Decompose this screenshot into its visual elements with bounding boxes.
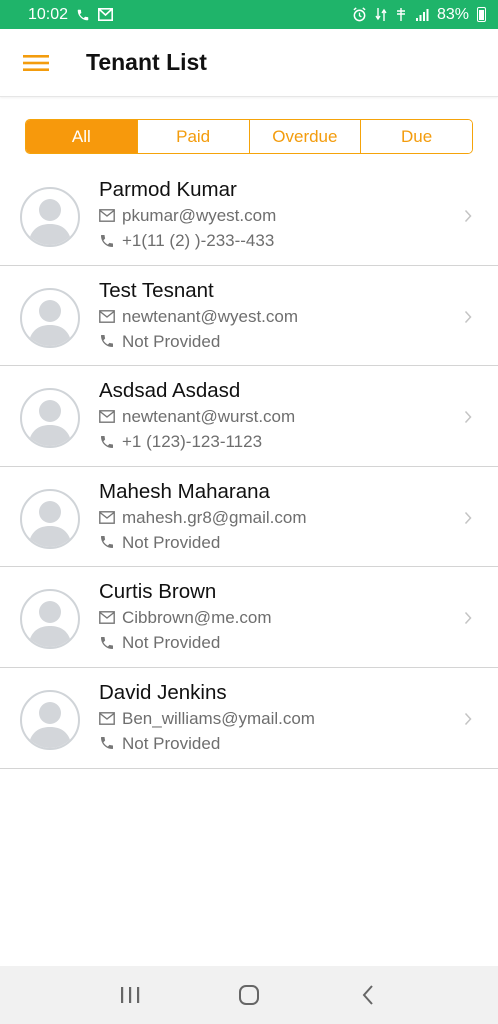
tenant-name: David Jenkins (99, 680, 227, 704)
tenant-name: Mahesh Maharana (99, 479, 270, 503)
page-title: Tenant List (86, 49, 207, 75)
tenant-phone-line: +1(11 (2) )-233--433 (99, 228, 276, 253)
tenant-info: Curtis Brown Cibbrown@me.com Not Provide… (99, 579, 272, 655)
chevron-right-icon (464, 612, 472, 625)
recent-apps-icon (120, 987, 139, 1003)
app-bar: Tenant List (0, 29, 498, 97)
home-button[interactable] (219, 973, 279, 1017)
wifi-calling-icon (395, 7, 407, 22)
status-time: 10:02 (28, 5, 69, 23)
phone-icon (101, 536, 113, 549)
tenant-row[interactable]: David Jenkins Ben_williams@ymail.com Not… (0, 668, 498, 769)
email-icon (99, 510, 115, 524)
system-nav-bar (0, 966, 498, 1024)
filter-tab-due[interactable]: Due (360, 120, 472, 153)
filter-segmented-control: All Paid Overdue Due (25, 119, 473, 154)
tenant-phone: Not Provided (122, 733, 221, 753)
battery-icon (477, 7, 486, 22)
tenant-email: mahesh.gr8@gmail.com (122, 507, 307, 527)
avatar-placeholder-icon (20, 287, 80, 348)
tenant-name: Curtis Brown (99, 580, 217, 604)
tenant-phone: +1 (123)-123-1123 (122, 432, 263, 452)
avatar-placeholder-icon (20, 488, 80, 549)
avatar-placeholder-icon (20, 187, 80, 247)
tenant-phone-line: Not Provided (99, 630, 272, 655)
tenant-email-line: mahesh.gr8@gmail.com (99, 505, 307, 530)
hamburger-menu-icon (23, 54, 49, 71)
phone-icon (101, 234, 113, 247)
tenant-phone: Not Provided (122, 633, 221, 653)
phone-icon (101, 636, 113, 649)
menu-button[interactable] (10, 37, 62, 89)
chevron-right-icon (464, 411, 472, 424)
tenant-row[interactable]: Curtis Brown Cibbrown@me.com Not Provide… (0, 567, 498, 668)
tenant-phone: +1(11 (2) )-233--433 (122, 231, 275, 250)
recent-apps-button[interactable] (100, 973, 160, 1017)
tenant-name: Asdsad Asdasd (99, 379, 241, 403)
tenant-phone-line: Not Provided (99, 731, 315, 756)
tenant-row[interactable]: Mahesh Maharana mahesh.gr8@gmail.com Not… (0, 467, 498, 568)
filter-tab-all[interactable]: All (26, 120, 137, 153)
tenant-email: newtenant@wyest.com (122, 306, 299, 326)
tenant-phone: Not Provided (122, 331, 221, 351)
email-icon (99, 712, 115, 725)
tenant-email: Cibbrown@me.com (122, 608, 272, 628)
battery-percent: 83% (436, 5, 469, 23)
tenant-name: Test Tesnant (99, 278, 214, 302)
tenant-email: Ben_williams@ymail.com (122, 708, 315, 728)
tenant-email-line: pkumar@wyest.com (99, 203, 276, 228)
tenant-row[interactable]: Parmod Kumar pkumar@wyest.com +1(11 (2) … (0, 165, 498, 266)
tenant-email-line: newtenant@wyest.com (99, 304, 298, 329)
tenant-row[interactable]: Asdsad Asdasd newtenant@wurst.com +1 (12… (0, 366, 498, 467)
status-bar: 10:02 83% (0, 0, 498, 29)
back-button[interactable] (338, 973, 398, 1017)
tenant-email: newtenant@wurst.com (122, 407, 296, 427)
chevron-right-icon (464, 209, 472, 223)
tenant-email: pkumar@wyest.com (122, 206, 277, 225)
phone-icon (101, 435, 113, 448)
tenant-phone: Not Provided (122, 532, 221, 552)
avatar-placeholder-icon (20, 589, 80, 650)
tenant-info: Asdsad Asdasd newtenant@wurst.com +1 (12… (99, 378, 295, 454)
tenant-phone-line: Not Provided (99, 329, 298, 354)
tenant-email-line: Cibbrown@me.com (99, 605, 272, 630)
avatar-placeholder-icon (20, 689, 80, 750)
back-icon (362, 985, 374, 1005)
tenant-info: Mahesh Maharana mahesh.gr8@gmail.com Not… (99, 479, 307, 555)
tenant-row[interactable]: Test Tesnant newtenant@wyest.com Not Pro… (0, 266, 498, 367)
tenant-email-line: newtenant@wurst.com (99, 404, 295, 429)
signal-icon (415, 8, 429, 22)
phone-icon (76, 8, 90, 22)
tenant-phone-line: +1 (123)-123-1123 (99, 429, 295, 454)
tenant-info: David Jenkins Ben_williams@ymail.com Not… (99, 680, 315, 756)
chevron-right-icon (464, 511, 472, 524)
avatar-placeholder-icon (20, 388, 80, 449)
phone-icon (101, 335, 113, 348)
tenant-name: Parmod Kumar (99, 178, 237, 201)
tenant-info: Parmod Kumar pkumar@wyest.com +1(11 (2) … (99, 177, 276, 253)
data-icon (375, 7, 387, 22)
email-icon (99, 309, 115, 323)
email-icon (99, 209, 115, 222)
filter-tab-overdue[interactable]: Overdue (248, 120, 361, 153)
chevron-right-icon (464, 310, 472, 323)
phone-icon (101, 737, 113, 750)
chevron-right-icon (464, 712, 472, 725)
filter-tab-paid[interactable]: Paid (136, 120, 249, 153)
alarm-icon (352, 7, 367, 22)
mail-icon (98, 8, 114, 21)
tenant-email-line: Ben_williams@ymail.com (99, 706, 315, 731)
tenant-info: Test Tesnant newtenant@wyest.com Not Pro… (99, 278, 298, 354)
email-icon (99, 410, 115, 424)
tenant-phone-line: Not Provided (99, 530, 307, 555)
tenant-list: Parmod Kumar pkumar@wyest.com +1(11 (2) … (0, 165, 498, 769)
home-icon (238, 985, 259, 1005)
email-icon (99, 611, 115, 625)
